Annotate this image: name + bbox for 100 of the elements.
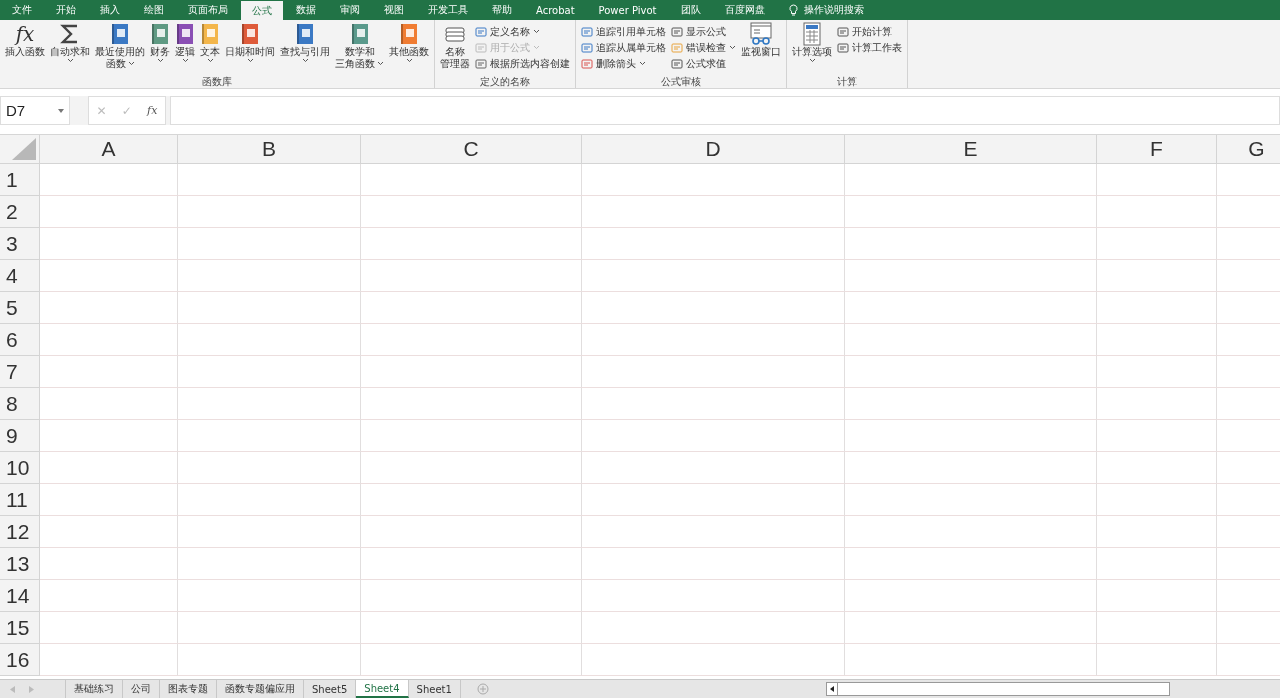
table-cell[interactable] — [845, 452, 1097, 484]
table-cell[interactable] — [40, 356, 178, 388]
table-cell[interactable] — [361, 644, 582, 676]
ribbon-button[interactable]: 开始计算 — [835, 24, 904, 39]
ribbon-button[interactable]: 根据所选内容创建 — [473, 56, 572, 71]
table-cell[interactable] — [582, 548, 845, 580]
table-cell[interactable] — [1097, 420, 1217, 452]
table-cell[interactable] — [1097, 324, 1217, 356]
ribbon-button[interactable]: 显示公式 — [669, 24, 738, 39]
table-cell[interactable] — [1097, 644, 1217, 676]
ribbon-button[interactable]: 追踪从属单元格 — [579, 40, 668, 55]
table-cell[interactable] — [361, 260, 582, 292]
table-cell[interactable] — [178, 260, 361, 292]
ribbon-button[interactable]: 其他函数 — [387, 22, 431, 64]
table-cell[interactable] — [1097, 388, 1217, 420]
ribbon-button[interactable]: 数学和 三角函数 — [333, 22, 386, 70]
sheet-tab[interactable]: 基础练习 — [66, 680, 123, 698]
row-header[interactable]: 4 — [0, 260, 40, 292]
table-cell[interactable] — [582, 388, 845, 420]
table-cell[interactable] — [40, 580, 178, 612]
row-header[interactable]: 14 — [0, 580, 40, 612]
table-cell[interactable] — [582, 420, 845, 452]
table-cell[interactable] — [361, 612, 582, 644]
table-cell[interactable] — [1097, 484, 1217, 516]
table-cell[interactable] — [178, 516, 361, 548]
ribbon-button[interactable]: 删除箭头 — [579, 56, 668, 71]
ribbon-button[interactable]: 自动求和 — [48, 22, 92, 64]
row-header[interactable]: 6 — [0, 324, 40, 356]
table-cell[interactable] — [1097, 612, 1217, 644]
table-cell[interactable] — [178, 452, 361, 484]
table-cell[interactable] — [582, 452, 845, 484]
ribbon-button[interactable]: 最近使用的 函数 — [93, 22, 147, 70]
ribbon-tab[interactable]: 视图 — [373, 0, 415, 20]
table-cell[interactable] — [40, 292, 178, 324]
table-cell[interactable] — [1097, 548, 1217, 580]
table-cell[interactable] — [845, 612, 1097, 644]
formula-input-field[interactable] — [170, 96, 1280, 125]
search-field[interactable]: 操作说明搜索 — [803, 3, 864, 17]
table-cell[interactable] — [361, 420, 582, 452]
ribbon-button[interactable]: 追踪引用单元格 — [579, 24, 668, 39]
table-cell[interactable] — [40, 516, 178, 548]
table-cell[interactable] — [40, 484, 178, 516]
table-cell[interactable] — [845, 196, 1097, 228]
table-cell[interactable] — [582, 164, 845, 196]
column-header[interactable]: D — [582, 135, 845, 164]
table-cell[interactable] — [178, 324, 361, 356]
table-cell[interactable] — [40, 228, 178, 260]
column-header[interactable]: F — [1097, 135, 1217, 164]
row-header[interactable]: 9 — [0, 420, 40, 452]
ribbon-tab[interactable]: Acrobat — [525, 0, 586, 20]
ribbon-button[interactable]: 逻辑 — [173, 22, 197, 64]
table-cell[interactable] — [361, 164, 582, 196]
ribbon-button[interactable]: fx 插入函数 — [3, 22, 47, 58]
ribbon-tab[interactable]: 团队 — [669, 0, 712, 20]
table-cell[interactable] — [361, 548, 582, 580]
table-cell[interactable] — [178, 644, 361, 676]
table-cell[interactable] — [1097, 452, 1217, 484]
row-header[interactable]: 3 — [0, 228, 40, 260]
table-cell[interactable] — [40, 324, 178, 356]
table-cell[interactable] — [40, 196, 178, 228]
table-cell[interactable] — [845, 388, 1097, 420]
table-cell[interactable] — [361, 580, 582, 612]
table-cell[interactable] — [178, 420, 361, 452]
name-box[interactable]: D7 — [0, 96, 70, 125]
ribbon-tab[interactable]: 插入 — [89, 0, 131, 20]
table-cell[interactable] — [178, 196, 361, 228]
ribbon-tab[interactable]: 页面布局 — [177, 0, 239, 20]
table-cell[interactable] — [845, 548, 1097, 580]
column-header[interactable]: A — [40, 135, 178, 164]
row-header[interactable]: 11 — [0, 484, 40, 516]
table-cell[interactable] — [40, 612, 178, 644]
table-cell[interactable] — [1097, 292, 1217, 324]
row-header[interactable]: 1 — [0, 164, 40, 196]
table-cell[interactable] — [361, 324, 582, 356]
row-header[interactable]: 2 — [0, 196, 40, 228]
table-cell[interactable] — [582, 196, 845, 228]
table-cell[interactable] — [582, 260, 845, 292]
table-cell[interactable] — [845, 356, 1097, 388]
ribbon-tab[interactable]: 百度网盘 — [713, 0, 776, 20]
ribbon-tab[interactable]: 开发工具 — [417, 0, 479, 20]
ribbon-button[interactable]: 监视窗口 — [739, 22, 783, 58]
sheet-tab[interactable]: Sheet4 — [356, 680, 409, 698]
row-header[interactable]: 5 — [0, 292, 40, 324]
table-cell[interactable] — [845, 516, 1097, 548]
ribbon-button[interactable]: 公式求值 — [669, 56, 738, 71]
row-header[interactable]: 8 — [0, 388, 40, 420]
table-cell[interactable] — [178, 164, 361, 196]
table-cell[interactable] — [845, 228, 1097, 260]
table-cell[interactable] — [178, 388, 361, 420]
ribbon-tab[interactable]: 公式 — [241, 1, 283, 20]
table-cell[interactable] — [582, 228, 845, 260]
table-cell[interactable] — [582, 644, 845, 676]
table-cell[interactable] — [845, 324, 1097, 356]
table-cell[interactable] — [361, 516, 582, 548]
ribbon-tab[interactable]: 文件 — [1, 0, 43, 20]
table-cell[interactable] — [845, 644, 1097, 676]
scroll-right-icon[interactable] — [29, 685, 34, 693]
table-cell[interactable] — [361, 484, 582, 516]
sheet-tab[interactable]: 公司 — [123, 680, 160, 698]
ribbon-tab[interactable]: 开始 — [45, 0, 87, 20]
